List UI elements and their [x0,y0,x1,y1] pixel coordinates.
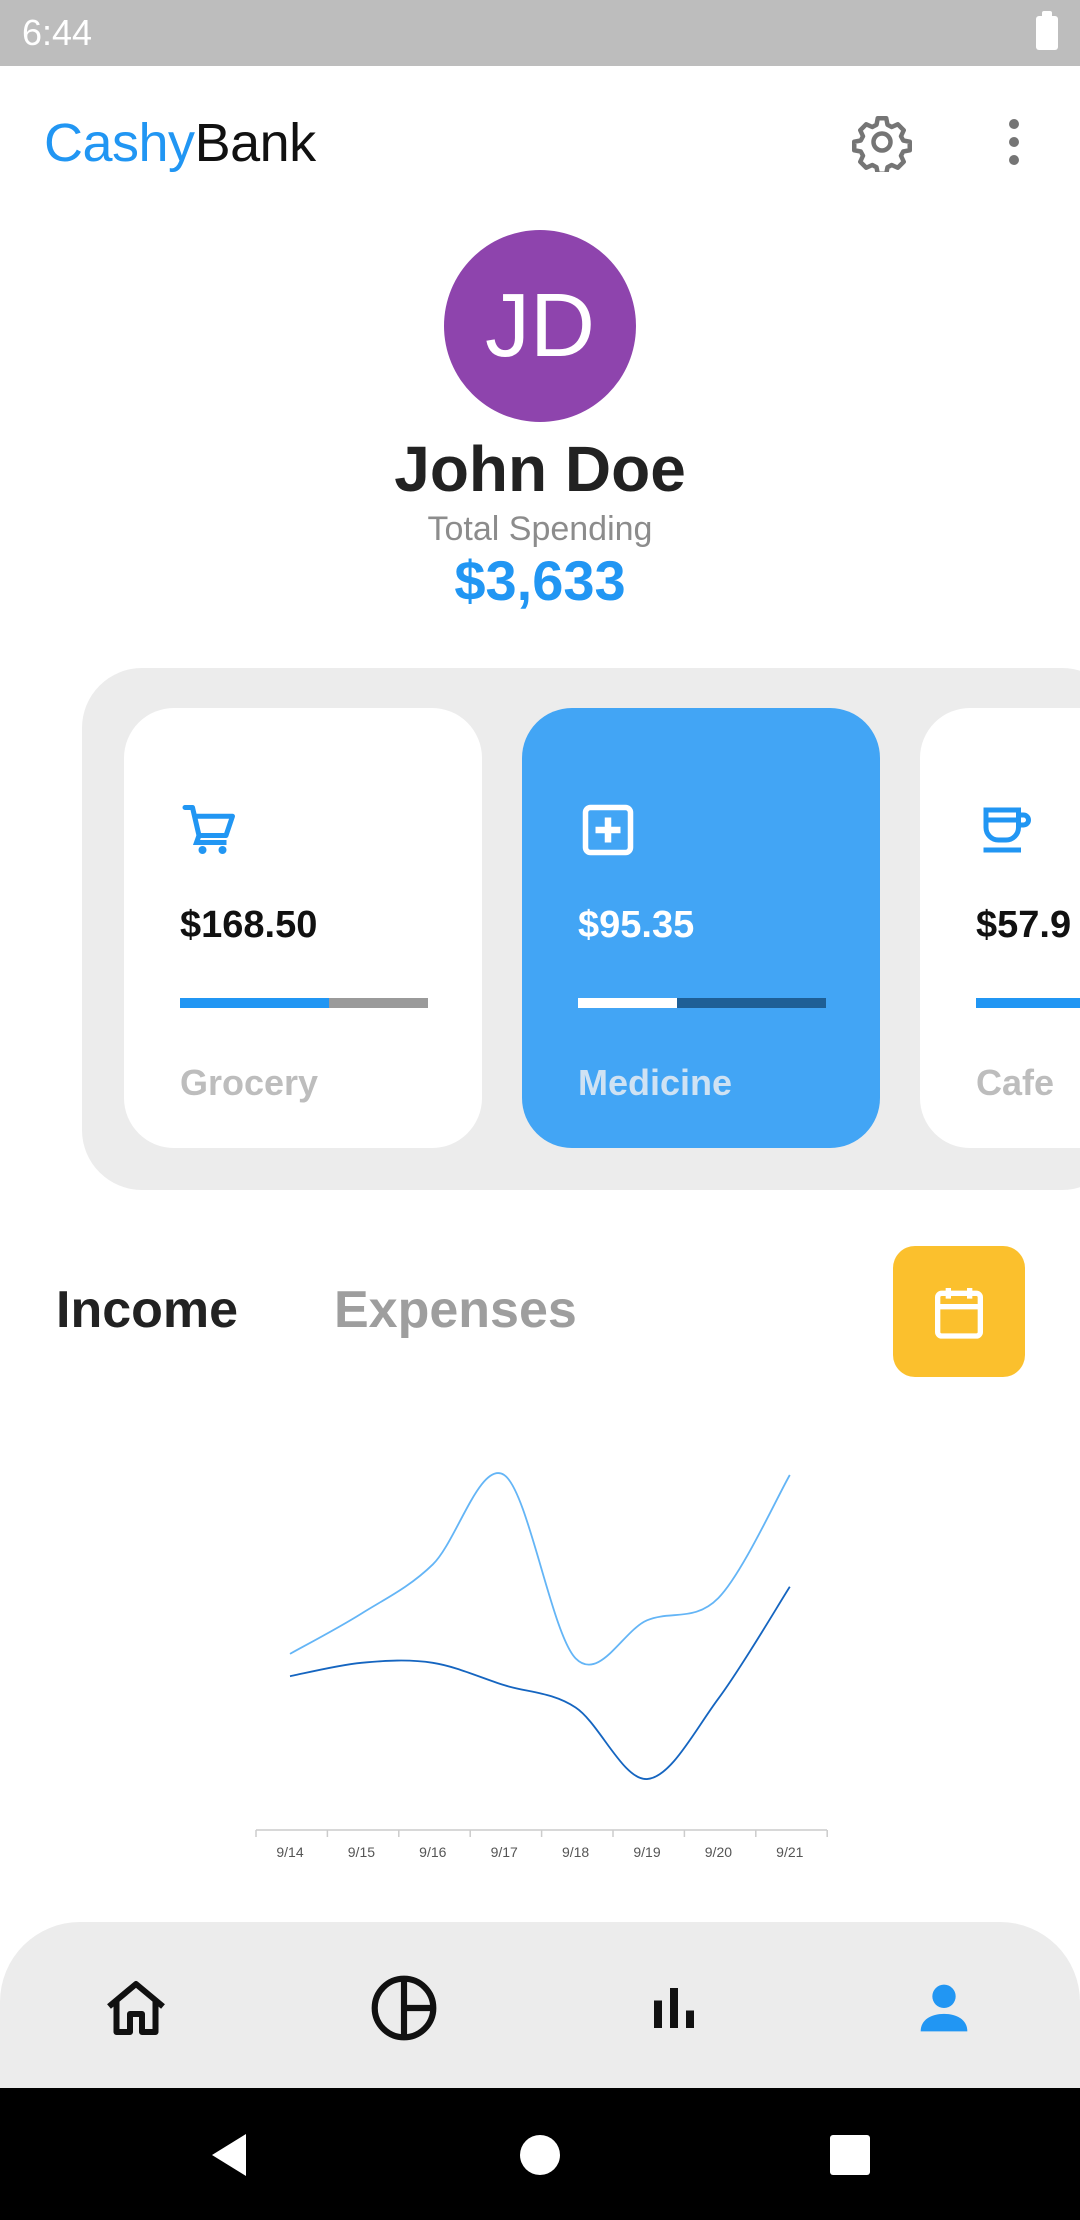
more-vert-icon [1009,119,1019,165]
x-tick-label: 9/17 [491,1844,518,1860]
total-spending-label: Total Spending [427,510,653,548]
category-progress-bar [180,998,428,1008]
category-card-cafe[interactable]: $57.9 Cafe [920,708,1080,1148]
category-amount: $57.9 [976,904,1072,946]
bar-chart-icon [654,1988,694,2028]
tab-income[interactable]: Income [56,1280,238,1340]
nav-reports[interactable] [636,1970,712,2046]
category-carousel[interactable]: $168.50 Grocery $95.35 Medicine $57.9 Ca… [82,668,1080,1190]
series-line-1 [289,1472,791,1666]
brand-part-2: Bank [194,113,317,173]
home-circle-icon[interactable] [515,2130,565,2180]
x-tick-label: 9/15 [348,1844,375,1860]
category-label: Grocery [180,1062,319,1103]
coffee-cup-icon [983,807,1031,853]
status-bar: 6:44 [0,0,1080,66]
calendar-button[interactable] [893,1246,1025,1377]
category-card-medicine[interactable]: $95.35 Medicine [522,708,880,1148]
income-line-chart: 9/14 9/15 9/16 9/17 9/18 9/19 9/20 9/21 [255,1472,828,1860]
series-line-2 [289,1586,791,1780]
x-tick-label: 9/16 [419,1844,446,1860]
medical-cross-icon [582,804,634,856]
gear-icon [852,116,912,176]
app-logo: CashyBank [44,112,316,174]
category-card-grocery[interactable]: $168.50 Grocery [124,708,482,1148]
category-progress-bar [578,998,826,1008]
x-tick-label: 9/14 [276,1844,303,1860]
system-navigation-bar [0,2088,1080,2220]
calendar-icon [935,1287,983,1339]
recents-icon[interactable] [825,2130,875,2180]
avatar[interactable]: JD [444,230,636,422]
home-icon [107,1981,165,2035]
bottom-navigation [0,1922,1080,2088]
pie-chart-icon [371,1975,437,2041]
back-icon[interactable] [204,2130,254,2180]
battery-icon [1036,11,1058,50]
category-label: Medicine [578,1062,733,1103]
nav-profile[interactable] [906,1970,982,2046]
category-progress-bar [976,998,1080,1008]
x-tick-label: 9/18 [562,1844,589,1860]
category-amount: $95.35 [578,904,695,946]
cart-icon [182,805,235,854]
category-amount: $168.50 [180,904,318,946]
brand-part-1: Cashy [44,113,195,173]
nav-statistics[interactable] [366,1970,442,2046]
x-tick-label: 9/21 [776,1844,803,1860]
status-time: 6:44 [22,12,93,53]
profile-icon [920,1984,968,2032]
more-options-button[interactable] [998,116,1030,168]
category-label: Cafe [976,1062,1055,1103]
user-name: John Doe [394,433,686,505]
total-spending-value: $3,633 [454,549,626,612]
x-tick-label: 9/19 [633,1844,660,1860]
settings-button[interactable] [852,112,912,176]
tab-expenses[interactable]: Expenses [334,1280,577,1340]
nav-home[interactable] [98,1970,174,2046]
x-tick-label: 9/20 [705,1844,732,1860]
